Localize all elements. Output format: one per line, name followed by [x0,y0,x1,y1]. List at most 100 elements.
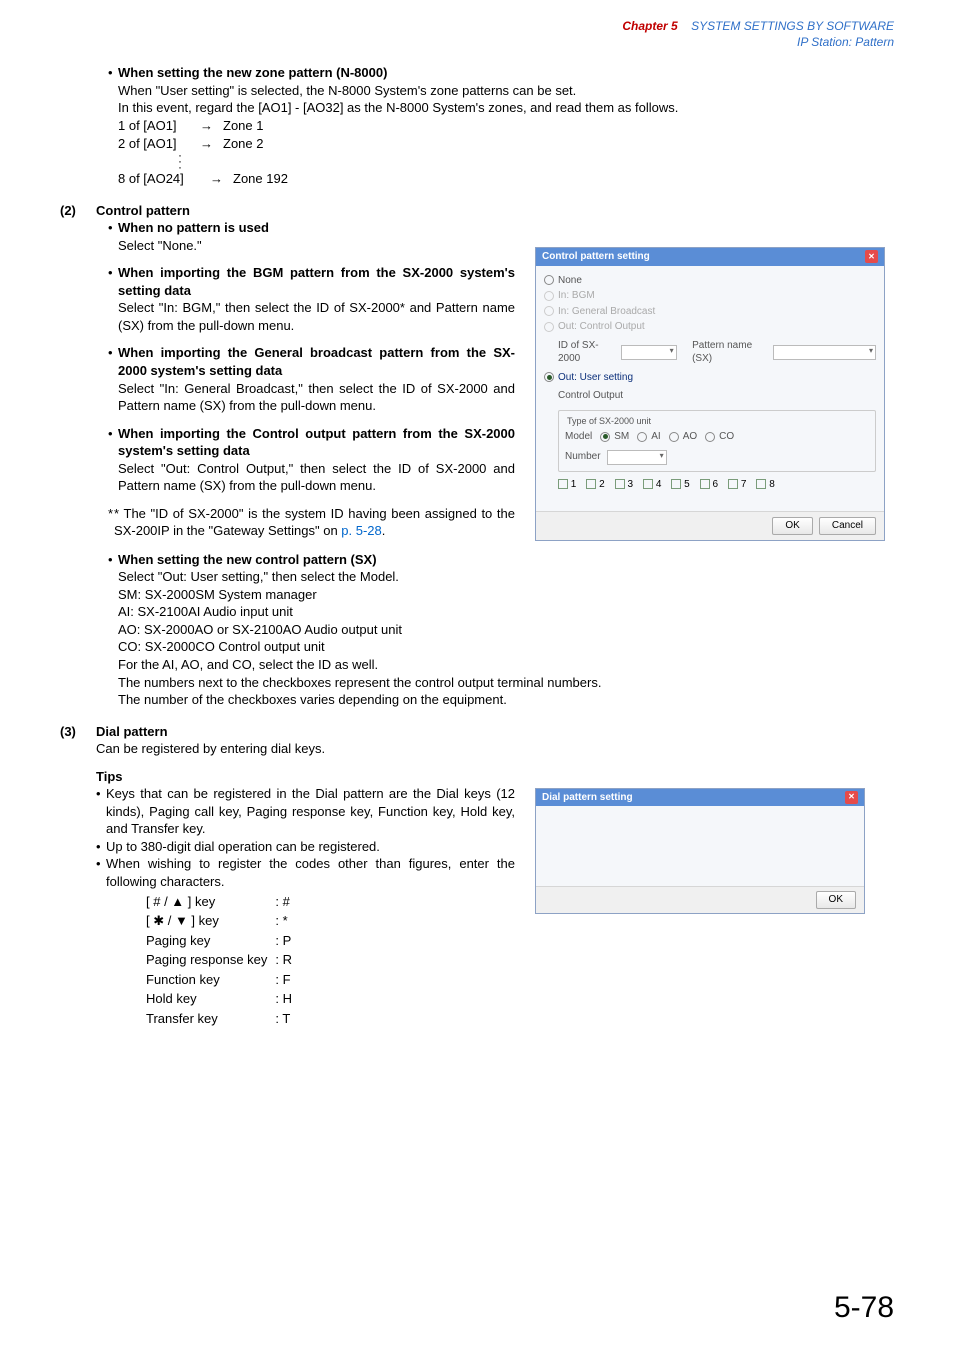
chk-3[interactable]: 3 [615,478,633,492]
chk-2[interactable]: 2 [586,478,604,492]
pattern-name-label: Pattern name (SX) [692,339,769,366]
type-legend: Type of SX-2000 unit [565,415,653,427]
cp-b5-t4: The number of the checkboxes varies depe… [118,691,894,709]
radio-ai-label: AI [651,430,660,444]
key-star-val: : * [275,912,298,930]
cp-b4-text: Select "Out: Control Output," then selec… [118,460,515,495]
chk-8[interactable]: 8 [756,478,774,492]
dial-dialog-body [536,806,864,886]
dial-pattern-dialog: Dial pattern setting ✕ OK [535,788,865,914]
key-function-val: : F [275,971,298,989]
chk-1[interactable]: 1 [558,478,576,492]
chk-5[interactable]: 5 [671,478,689,492]
tips-heading: Tips [96,768,515,786]
dialog-title: Dial pattern setting [542,791,633,805]
section-dial-pattern: (3) Dial pattern Can be registered by en… [60,723,894,1030]
arrow-icon: → [210,170,223,188]
cp-b5-t1: Select "Out: User setting," then select … [118,568,894,586]
number-select[interactable] [607,450,667,465]
radio-model-ai[interactable]: AI [637,430,660,444]
chapter-label: Chapter 5 [622,19,677,33]
ok-button[interactable]: OK [772,517,812,535]
radio-model-ao[interactable]: AO [669,430,697,444]
arrow-icon: → [200,117,213,135]
tips-1: Keys that can be registered in the Dial … [106,785,515,838]
dialog-titlebar[interactable]: Control pattern setting ✕ [536,248,884,266]
cp-b1-text: Select "None." [118,237,515,255]
close-icon[interactable]: ✕ [865,250,878,263]
control-output-header: Control Output [558,386,876,406]
dialog-titlebar[interactable]: Dial pattern setting ✕ [536,789,864,807]
chk-2-label: 2 [599,479,605,490]
radio-none[interactable]: None [544,274,876,288]
key-transfer: Transfer key [146,1010,273,1028]
tips-2: Up to 380-digit dial operation can be re… [106,838,515,856]
dial-pattern-p1: Can be registered by entering dial keys. [96,740,894,758]
section-zone-pattern: • When setting the new zone pattern (N-8… [108,64,894,187]
cp-b3-text: Select "In: General Broadcast," then sel… [118,380,515,415]
pattern-name-select[interactable] [773,345,876,360]
cp-b5-t3: The numbers next to the checkboxes repre… [118,674,894,692]
chk-1-label: 1 [571,479,577,490]
id-label: ID of SX-2000 [558,339,617,366]
radio-out-user-label: Out: User setting [558,371,633,385]
control-pattern-title: Control pattern [96,202,190,220]
close-icon[interactable]: ✕ [845,791,858,804]
type-fieldset: Type of SX-2000 unit Model SM AI AO CO N… [558,410,876,472]
cp-note: * The "ID of SX-2000" is the system ID h… [114,506,515,539]
chk-6-label: 6 [713,479,719,490]
cp-b5-t2: For the AI, AO, and CO, select the ID as… [118,656,894,674]
key-hold-val: : H [275,990,298,1008]
key-paging-resp-val: : R [275,951,298,969]
radio-model-co[interactable]: CO [705,430,734,444]
header-title: SYSTEM SETTINGS BY SOFTWARE [691,19,894,33]
zone-dst-2: Zone 2 [223,135,283,153]
dialog-title: Control pattern setting [542,250,650,264]
cp-b3-heading: When importing the General broadcast pat… [118,344,515,379]
chk-6[interactable]: 6 [700,478,718,492]
radio-ao-label: AO [683,430,697,444]
radio-out-control[interactable]: Out: Control Output [544,320,876,334]
cp-b1-heading: When no pattern is used [118,219,515,237]
zone-src-3: 8 of [AO24] [118,170,200,188]
number-label: Number [565,450,601,464]
vertical-dots: ··· [178,152,894,170]
radio-in-general-label: In: General Broadcast [558,305,655,319]
id-select[interactable] [621,345,677,360]
key-paging: Paging key [146,932,273,950]
dial-pattern-title: Dial pattern [96,723,168,741]
page-link[interactable]: p. 5-28 [341,523,381,538]
section-number-3: (3) [60,723,96,741]
page-header: Chapter 5 SYSTEM SETTINGS BY SOFTWARE IP… [60,18,894,50]
control-pattern-dialog: Control pattern setting ✕ None In: BGM I… [535,247,885,541]
cp-ai: AI: SX-2100AI Audio input unit [118,603,894,621]
chk-5-label: 5 [684,479,690,490]
chk-4-label: 4 [656,479,662,490]
key-transfer-val: : T [275,1010,298,1028]
cp-b2-heading: When importing the BGM pattern from the … [118,264,515,299]
radio-out-control-label: Out: Control Output [558,320,645,334]
header-subtitle: IP Station: Pattern [797,35,894,49]
tips-3: When wishing to register the codes other… [106,855,515,890]
zone-dst-1: Zone 1 [223,117,283,135]
radio-none-label: None [558,274,582,288]
zone-src-1: 1 of [AO1] [118,117,190,135]
cp-co: CO: SX-2000CO Control output unit [118,638,894,656]
cancel-button[interactable]: Cancel [819,517,876,535]
radio-in-bgm-label: In: BGM [558,289,595,303]
zone-dst-3: Zone 192 [233,170,293,188]
zone-pattern-p2: In this event, regard the [AO1] - [AO32]… [118,99,894,117]
ok-button[interactable]: OK [816,891,856,909]
radio-out-user[interactable]: Out: User setting [544,371,876,385]
arrow-icon: → [200,135,213,153]
cp-sm: SM: SX-2000SM System manager [118,586,894,604]
radio-in-bgm[interactable]: In: BGM [544,289,876,303]
key-paging-resp: Paging response key [146,951,273,969]
radio-model-sm[interactable]: SM [600,430,629,444]
chk-4[interactable]: 4 [643,478,661,492]
cp-b2-text: Select "In: BGM," then select the ID of … [118,299,515,334]
radio-in-general[interactable]: In: General Broadcast [544,305,876,319]
zone-pattern-p1: When "User setting" is selected, the N-8… [118,82,894,100]
chk-8-label: 8 [769,479,775,490]
chk-7[interactable]: 7 [728,478,746,492]
